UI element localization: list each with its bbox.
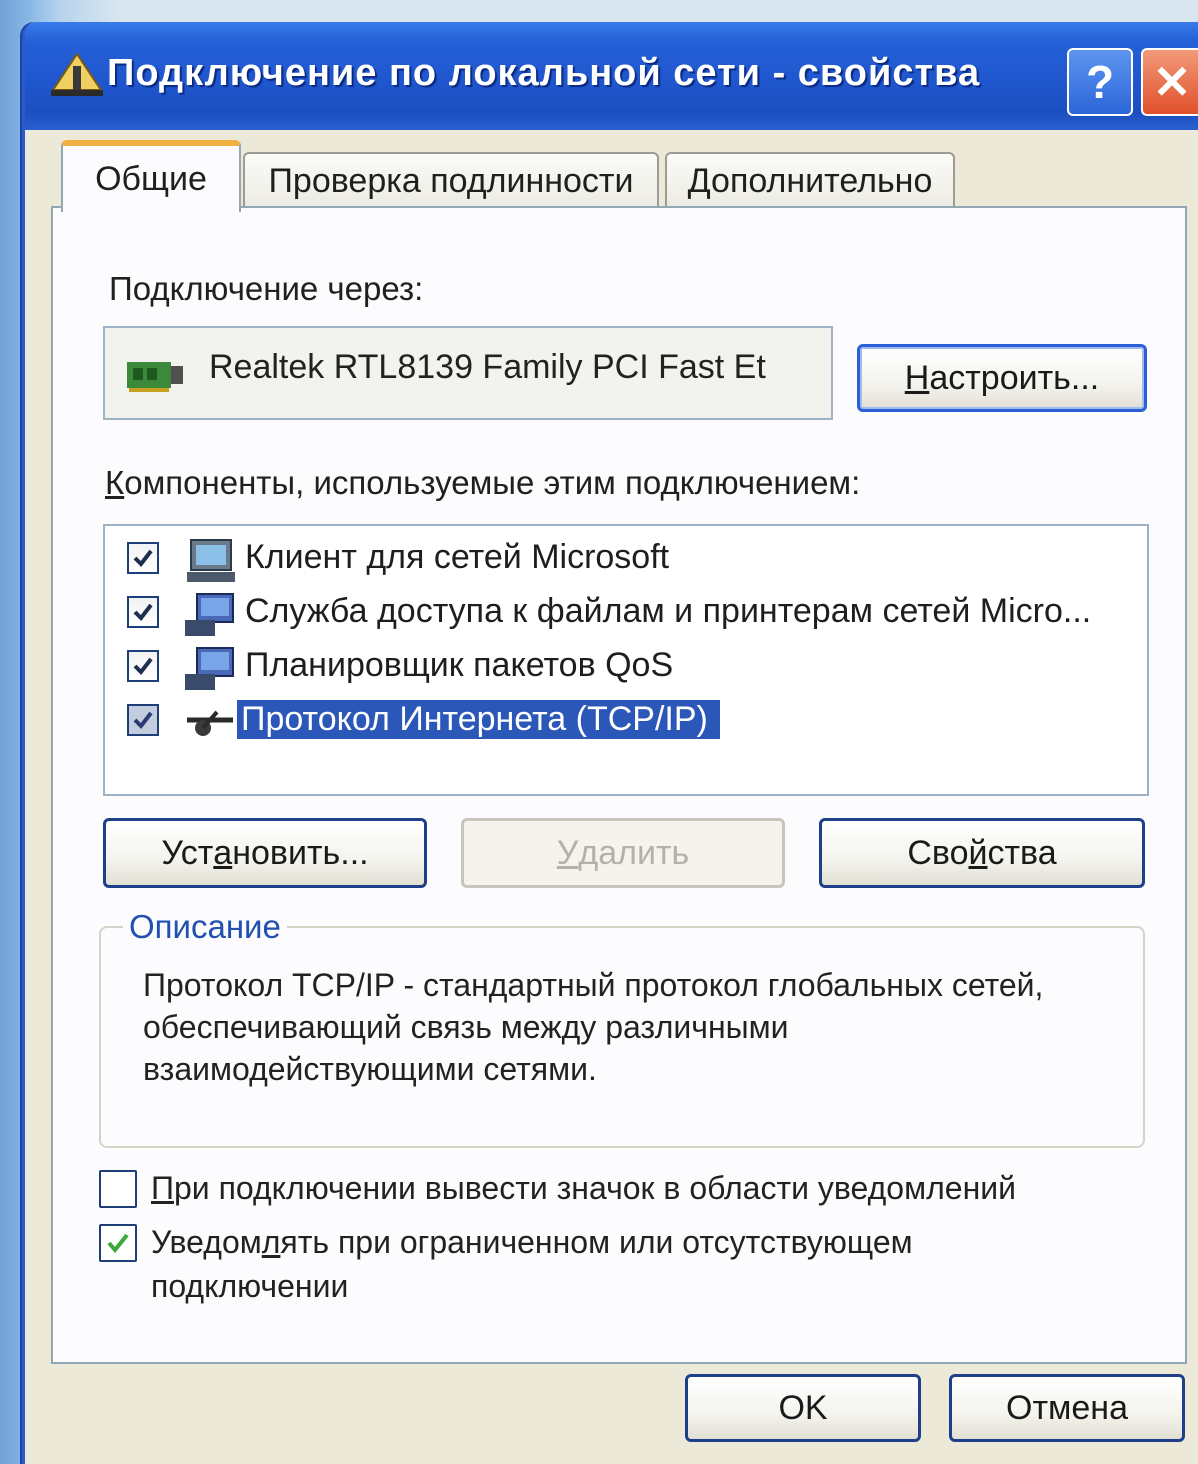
checkmark-icon: [133, 603, 153, 622]
component-label: Планировщик пакетов QoS: [245, 646, 674, 684]
component-checkbox[interactable]: [127, 704, 159, 736]
show-icon-checkbox[interactable]: [99, 1170, 137, 1208]
general-tab-panel: Подключение через: Realtek RTL8139 Famil…: [51, 206, 1187, 1364]
network-protocol-icon: [187, 710, 233, 736]
component-checkbox[interactable]: [127, 596, 159, 628]
configure-button[interactable]: Настроить...: [857, 344, 1147, 412]
properties-dialog: Подключение по локальной сети - свойства…: [22, 22, 1198, 1464]
network-client-icon: [187, 539, 235, 582]
network-service-icon: [185, 647, 234, 690]
list-item[interactable]: Планировщик пакетов QoS: [127, 642, 1137, 694]
remove-button[interactable]: Удалить: [461, 818, 785, 888]
component-label-selected: Протокол Интернета (TCP/IP): [237, 700, 720, 739]
cancel-button[interactable]: Отмена: [949, 1374, 1185, 1442]
network-service-icon: [185, 593, 234, 636]
checkmark-icon: [133, 657, 153, 676]
show-icon-accesskey: П: [151, 1170, 174, 1206]
show-icon-label: При подключении вывести значок в области…: [151, 1166, 1016, 1210]
install-button-accesskey: а: [213, 833, 233, 872]
description-legend: Описание: [123, 908, 287, 946]
components-label-accesskey: К: [105, 464, 125, 501]
title-bar[interactable]: Подключение по локальной сети - свойства…: [25, 22, 1198, 130]
close-button[interactable]: ✕: [1141, 48, 1198, 116]
properties-button-label-a: Сво: [907, 833, 969, 872]
tab-authentication[interactable]: Проверка подлинности: [243, 152, 659, 208]
checkmark-icon: [107, 1233, 129, 1254]
remove-button-label: далить: [578, 833, 690, 872]
adapter-name: Realtek RTL8139 Family PCI Fast Et: [209, 348, 766, 386]
network-card-icon: [127, 362, 183, 392]
ok-button[interactable]: OK: [685, 1374, 921, 1442]
configure-button-label: астроить...: [929, 358, 1100, 397]
list-item[interactable]: Служба доступа к файлам и принтерам сете…: [127, 588, 1137, 640]
notify-label: Уведомлять при ограниченном или отсутств…: [151, 1220, 913, 1308]
components-list[interactable]: Клиент для сетей Microsoft Служба доступ…: [103, 524, 1149, 796]
notify-checkbox[interactable]: [99, 1224, 137, 1262]
notify-text-a: Уведом: [151, 1224, 262, 1260]
component-label: Клиент для сетей Microsoft: [245, 538, 670, 576]
properties-button[interactable]: Сво й ства: [819, 818, 1145, 888]
components-label-text: омпоненты, используемые этим подключение…: [124, 464, 861, 501]
adapter-field: Realtek RTL8139 Family PCI Fast Et: [103, 326, 833, 420]
install-button[interactable]: Уст а новить...: [103, 818, 427, 888]
install-button-label-c: новить...: [232, 833, 369, 872]
properties-button-label-c: ства: [987, 833, 1057, 872]
show-icon-text: ри подключении вывести значок в области …: [174, 1170, 1016, 1206]
component-label: Служба доступа к файлам и принтерам сете…: [245, 592, 1092, 630]
checkmark-icon: [133, 549, 153, 568]
properties-button-accesskey: й: [968, 833, 988, 872]
description-text: Протокол TCP/IP - стандартный протокол г…: [143, 967, 1044, 1087]
help-button[interactable]: ?: [1067, 48, 1133, 116]
tab-general[interactable]: Общие: [61, 140, 241, 212]
list-item[interactable]: Клиент для сетей Microsoft: [127, 534, 1137, 586]
configure-button-accesskey: Н: [904, 358, 930, 397]
network-connection-icon: [51, 52, 103, 96]
components-label: Компоненты, используемые этим подключени…: [105, 464, 860, 502]
window-title: Подключение по локальной сети - свойства: [107, 52, 981, 94]
notify-text-line2: подключении: [151, 1268, 349, 1304]
install-button-label-a: Уст: [161, 833, 214, 872]
list-item[interactable]: Протокол Интернета (TCP/IP): [127, 696, 1137, 748]
connect-via-label: Подключение через:: [109, 270, 424, 307]
tab-advanced[interactable]: Дополнительно: [665, 152, 955, 208]
component-checkbox[interactable]: [127, 542, 159, 574]
remove-button-accesskey: У: [556, 833, 579, 872]
notify-accesskey: л: [261, 1224, 281, 1260]
checkmark-icon: [133, 711, 153, 730]
notify-text-c: ять при ограниченном или отсутствующем: [280, 1224, 913, 1260]
tab-strip: Проверка подлинности Дополнительно Общие: [61, 140, 1198, 212]
component-checkbox[interactable]: [127, 650, 159, 682]
